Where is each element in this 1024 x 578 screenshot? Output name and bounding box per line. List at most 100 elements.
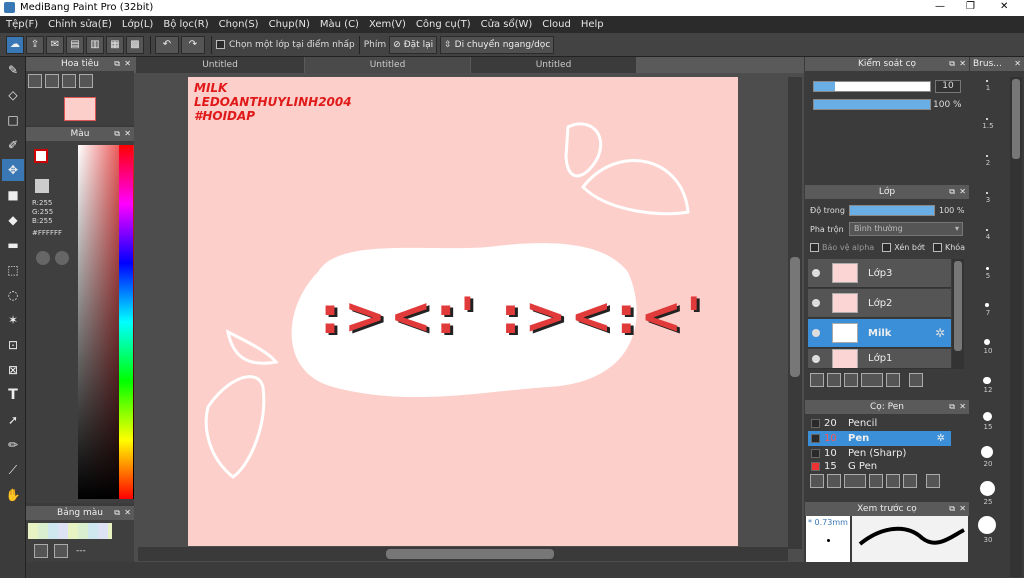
brush-item[interactable]: 10 Pen ✲ bbox=[808, 431, 951, 446]
transparent-color-swatch[interactable] bbox=[35, 179, 49, 193]
gear-icon[interactable]: ✲ bbox=[935, 326, 945, 340]
eye-icon[interactable] bbox=[812, 354, 820, 363]
menu-window[interactable]: Cửa sổ(W) bbox=[481, 19, 533, 30]
close-button[interactable]: ✕ bbox=[1000, 1, 1008, 12]
brush-size-dot[interactable] bbox=[984, 302, 990, 307]
layer-item[interactable]: Lớp1 bbox=[808, 349, 951, 369]
float-icon[interactable]: ⧉ bbox=[949, 400, 955, 414]
horizontal-scrollbar[interactable] bbox=[138, 547, 788, 561]
vertical-scroll-thumb[interactable] bbox=[790, 257, 800, 377]
clipping-checkbox[interactable] bbox=[882, 243, 892, 252]
fit-window-icon[interactable] bbox=[62, 74, 76, 88]
blur-tool-icon[interactable]: ✏ bbox=[2, 434, 24, 456]
brush-item[interactable]: 10 Pen (Sharp) bbox=[808, 446, 951, 461]
fill-rect-tool-icon[interactable]: ■ bbox=[2, 184, 24, 206]
select-eraser-tool-icon[interactable]: ⊠ bbox=[2, 359, 24, 381]
brush-size-scrollbar[interactable] bbox=[1010, 77, 1022, 577]
eye-icon[interactable] bbox=[812, 269, 820, 277]
brush-size-dot[interactable] bbox=[983, 376, 991, 384]
brush-size-dot[interactable] bbox=[982, 412, 992, 421]
brush-size-dot[interactable] bbox=[986, 155, 988, 157]
brush-opacity-slider[interactable] bbox=[813, 99, 931, 110]
primary-color-swatch[interactable] bbox=[34, 149, 48, 163]
float-icon[interactable]: ⧉ bbox=[949, 57, 955, 71]
float-icon[interactable]: ⧉ bbox=[949, 185, 955, 199]
vertical-scrollbar[interactable] bbox=[788, 77, 802, 549]
share-icon[interactable]: ⇪ bbox=[26, 35, 44, 54]
duplicate-brush-icon[interactable] bbox=[903, 474, 917, 488]
close-icon[interactable]: ✕ bbox=[959, 57, 966, 71]
eraser-tool-icon[interactable]: ◇ bbox=[2, 84, 24, 106]
maximize-button[interactable]: ❐ bbox=[966, 1, 975, 12]
minimize-button[interactable]: — bbox=[935, 1, 945, 12]
zoom-in-icon[interactable] bbox=[45, 74, 59, 88]
comment-icon[interactable]: ✉ bbox=[46, 35, 64, 54]
color-wheel-icon[interactable] bbox=[36, 251, 50, 265]
brush-size-slider[interactable] bbox=[813, 81, 931, 92]
eyedropper-tool-icon[interactable]: ⟋ bbox=[2, 459, 24, 481]
hue-slider[interactable] bbox=[119, 145, 133, 499]
color-set-icon[interactable] bbox=[55, 251, 69, 265]
layer-item[interactable]: Milk ✲ bbox=[808, 319, 951, 348]
reset-button[interactable]: ⊘ Đặt lại bbox=[389, 35, 438, 54]
eye-icon[interactable] bbox=[812, 299, 820, 307]
menu-snap[interactable]: Chụp(N) bbox=[269, 19, 310, 30]
close-icon[interactable]: ✕ bbox=[1014, 57, 1021, 71]
brush-size-dot[interactable] bbox=[981, 446, 993, 458]
brush-size-dot[interactable] bbox=[978, 516, 996, 534]
folder-icon[interactable] bbox=[886, 373, 900, 387]
gear-icon[interactable]: ✲ bbox=[937, 433, 945, 444]
menu-color[interactable]: Màu (C) bbox=[320, 19, 359, 30]
close-icon[interactable]: ✕ bbox=[124, 506, 131, 520]
tab-untitled-2[interactable]: Untitled bbox=[305, 57, 470, 73]
gradient-tool-icon[interactable]: ▬ bbox=[2, 234, 24, 256]
tab-untitled-1[interactable]: Untitled bbox=[136, 57, 304, 73]
float-icon[interactable]: ⧉ bbox=[114, 506, 120, 520]
brush-size-dot[interactable] bbox=[986, 80, 988, 82]
menu-edit[interactable]: Chỉnh sửa(E) bbox=[48, 19, 112, 30]
brush-size-dot[interactable] bbox=[986, 118, 988, 120]
redo-icon[interactable]: ↷ bbox=[181, 35, 205, 54]
rectangle-tool-icon[interactable]: □ bbox=[2, 109, 24, 131]
select-layer-checkbox[interactable] bbox=[216, 40, 225, 49]
blend-mode-select[interactable]: Bình thường ▾ bbox=[849, 222, 963, 236]
navigator-thumbnail[interactable] bbox=[64, 97, 96, 121]
brush-size-dot[interactable] bbox=[985, 267, 989, 270]
close-icon[interactable]: ✕ bbox=[124, 127, 131, 141]
brush-size-value[interactable]: 10 bbox=[935, 80, 961, 93]
add-layer-menu-icon[interactable] bbox=[861, 373, 883, 387]
float-icon[interactable]: ⧉ bbox=[949, 502, 955, 516]
new-halftone-layer-icon[interactable] bbox=[827, 373, 841, 387]
lasso-tool-icon[interactable]: ◌ bbox=[2, 284, 24, 306]
menu-select[interactable]: Chọn(S) bbox=[219, 19, 259, 30]
delete-brush-icon[interactable] bbox=[926, 474, 940, 488]
brush-settings-icon[interactable] bbox=[869, 474, 883, 488]
layer-item[interactable]: Lớp3 bbox=[808, 259, 951, 288]
layers-scrollbar[interactable] bbox=[952, 259, 964, 369]
horizontal-scroll-thumb[interactable] bbox=[386, 549, 554, 559]
menu-help[interactable]: Help bbox=[581, 19, 604, 30]
operation-tool-icon[interactable]: ➚ bbox=[2, 409, 24, 431]
close-icon[interactable]: ✕ bbox=[959, 502, 966, 516]
zoom-fit-icon[interactable] bbox=[28, 74, 42, 88]
page-icon[interactable]: ▥ bbox=[86, 35, 104, 54]
tab-untitled-3[interactable]: Untitled bbox=[471, 57, 636, 73]
brush-tool-icon[interactable]: ✎ bbox=[2, 59, 24, 81]
select-rect-tool-icon[interactable]: ⬚ bbox=[2, 259, 24, 281]
new-layer-icon[interactable] bbox=[810, 373, 824, 387]
menu-file[interactable]: Tệp(F) bbox=[6, 19, 38, 30]
brush-item[interactable]: 20 Pencil bbox=[808, 416, 951, 431]
bucket-tool-icon[interactable]: ◆ bbox=[2, 209, 24, 231]
cloud-brush-icon[interactable] bbox=[810, 474, 824, 488]
zoom-out-icon[interactable] bbox=[79, 74, 93, 88]
cloud-icon[interactable]: ☁ bbox=[6, 35, 24, 54]
panel-icon[interactable]: ▦ bbox=[106, 35, 124, 54]
move-tool-icon[interactable]: ✥ bbox=[2, 159, 24, 181]
delete-palette-icon[interactable] bbox=[54, 544, 68, 558]
artboard[interactable]: MILK LEDOANTHUYLINH2004 #HOIDAP :><:' :>… bbox=[188, 77, 738, 546]
menu-tools[interactable]: Công cụ(T) bbox=[416, 19, 471, 30]
close-icon[interactable]: ✕ bbox=[959, 400, 966, 414]
brush-folder-icon[interactable] bbox=[886, 474, 900, 488]
new-brush-icon[interactable] bbox=[827, 474, 841, 488]
float-icon[interactable]: ⧉ bbox=[114, 57, 120, 71]
